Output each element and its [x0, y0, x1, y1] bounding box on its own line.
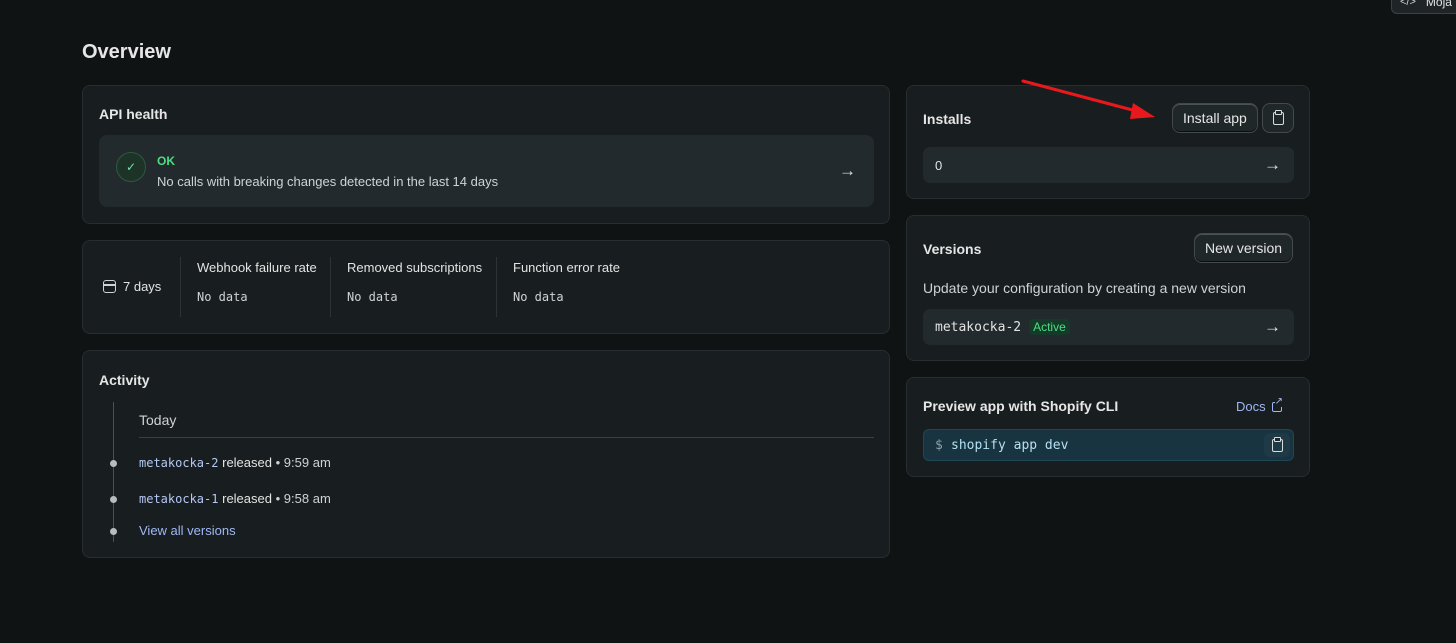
copy-command-button[interactable] [1264, 433, 1290, 457]
timeline-dot [110, 528, 117, 535]
cli-command-row: $ shopify app dev [923, 429, 1294, 461]
code-view-button[interactable]: </> Moja [1391, 0, 1456, 14]
arrow-right-icon[interactable]: → [1264, 156, 1281, 173]
metric-label: Removed subscriptions [347, 260, 483, 275]
api-health-status: OK [157, 154, 175, 168]
activity-group-label: Today [139, 412, 177, 428]
api-health-title: API health [99, 106, 168, 122]
docs-link[interactable]: Docs [1236, 396, 1284, 414]
activity-card: Activity Today metakocka-2 released • 9:… [82, 350, 890, 558]
version-name: metakocka-2 [935, 320, 1022, 335]
preview-cli-card: Preview app with Shopify CLI Docs $ shop… [906, 377, 1310, 477]
corner-button-label: Moja [1425, 0, 1452, 9]
divider [180, 257, 181, 317]
metric-value: No data [347, 290, 398, 304]
cli-command: shopify app dev [951, 438, 1069, 453]
installs-count: 0 [935, 158, 943, 173]
event-time: 9:59 am [283, 455, 331, 470]
metric-function-error-rate: Function error rate No data [513, 260, 620, 304]
divider [496, 257, 497, 317]
metric-removed-subscriptions: Removed subscriptions No data [347, 260, 482, 304]
date-range-selector[interactable]: 7 days [103, 279, 161, 294]
current-version-row[interactable]: metakocka-2 Active → [923, 309, 1294, 345]
divider [330, 257, 331, 317]
metric-webhook-failure-rate: Webhook failure rate No data [197, 260, 317, 304]
copy-install-link-button[interactable] [1262, 103, 1294, 133]
metric-value: No data [197, 290, 248, 304]
code-icon: </> [1400, 0, 1416, 8]
new-version-button[interactable]: New version [1194, 233, 1294, 263]
activity-event: metakocka-2 released • 9:59 am [139, 455, 331, 470]
view-all-versions-link[interactable]: View all versions [139, 523, 236, 538]
timeline-dot [110, 460, 117, 467]
event-time: 9:58 am [283, 491, 331, 506]
calendar-icon [103, 280, 116, 293]
arrow-right-icon[interactable]: → [1264, 318, 1281, 335]
metric-label: Webhook failure rate [197, 260, 317, 275]
metric-label: Function error rate [513, 260, 620, 275]
date-range-label: 7 days [123, 279, 162, 294]
api-health-card: API health ✓ OK No calls with breaking c… [82, 85, 890, 224]
check-icon: ✓ [116, 152, 146, 182]
clipboard-icon [1272, 109, 1284, 125]
activity-event: metakocka-1 released • 9:58 am [139, 491, 331, 506]
installs-title: Installs [923, 111, 972, 127]
event-separator: • [275, 455, 281, 470]
activity-title: Activity [99, 372, 150, 388]
arrow-right-icon[interactable]: → [839, 162, 856, 179]
version-link[interactable]: metakocka-1 [139, 492, 218, 506]
event-action: released [222, 455, 272, 470]
install-app-button[interactable]: Install app [1172, 103, 1258, 133]
page-title: Overview [82, 41, 171, 63]
versions-card: Versions New version Update your configu… [906, 215, 1310, 361]
versions-description: Update your configuration by creating a … [923, 280, 1246, 296]
clipboard-icon [1271, 436, 1283, 452]
installs-count-row[interactable]: 0 → [923, 147, 1294, 183]
installs-card: Installs Install app 0 → [906, 85, 1310, 199]
versions-title: Versions [923, 241, 982, 257]
metric-value: No data [513, 290, 564, 304]
docs-label: Docs [1236, 399, 1266, 414]
event-action: released [222, 491, 272, 506]
external-link-icon [1271, 396, 1284, 412]
timeline-dot [110, 496, 117, 503]
current-version-name: metakocka-2 Active [935, 319, 1070, 335]
divider [139, 437, 874, 438]
metrics-card: 7 days Webhook failure rate No data Remo… [82, 240, 890, 334]
status-badge: Active [1029, 319, 1070, 335]
version-link[interactable]: metakocka-2 [139, 456, 218, 470]
event-separator: • [275, 491, 281, 506]
cli-prompt: $ [935, 438, 943, 453]
api-health-status-row[interactable]: ✓ OK No calls with breaking changes dete… [99, 135, 874, 207]
preview-title: Preview app with Shopify CLI [923, 398, 1119, 414]
api-health-message: No calls with breaking changes detected … [157, 174, 499, 189]
timeline-line [113, 402, 114, 542]
